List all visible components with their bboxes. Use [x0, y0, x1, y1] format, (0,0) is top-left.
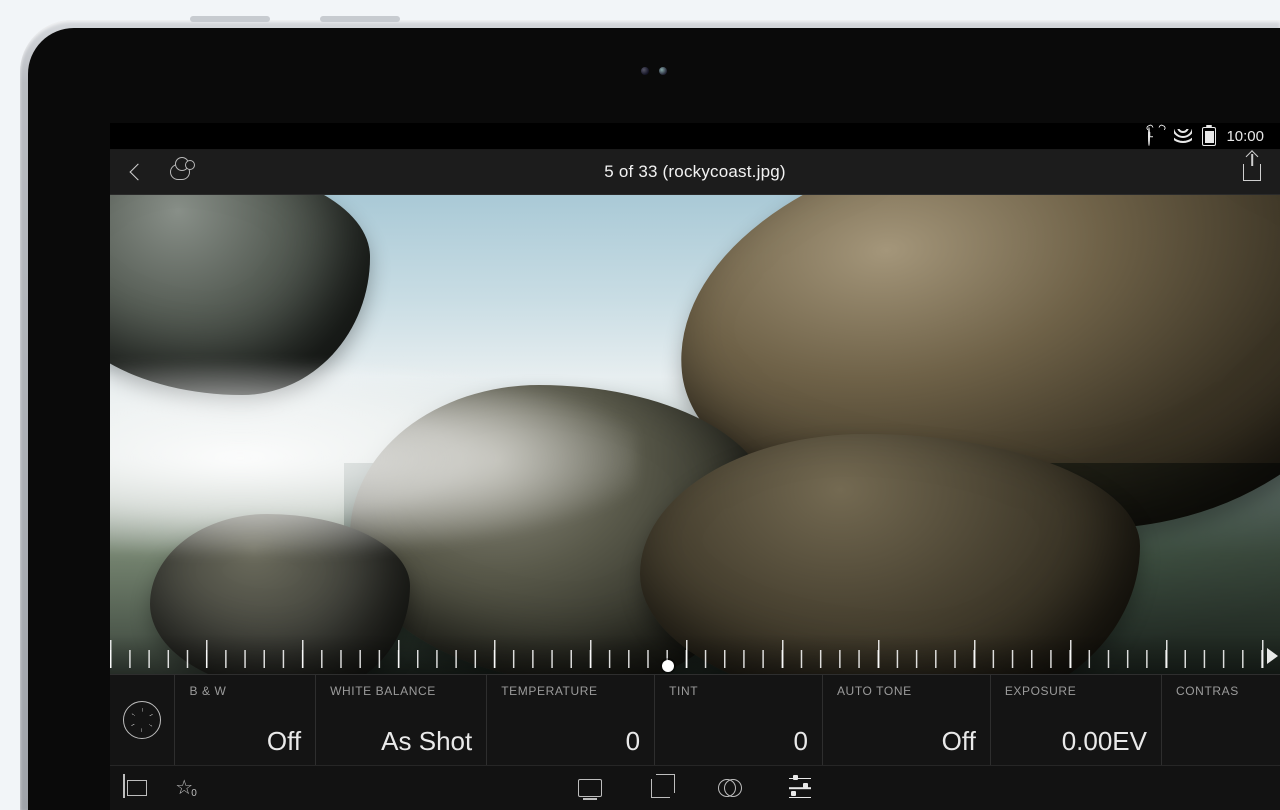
clock: 10:00	[1226, 128, 1264, 145]
crop-icon	[651, 779, 670, 798]
ruler-arrow-right-icon[interactable]	[1267, 648, 1278, 664]
photo-canvas[interactable]	[110, 195, 1280, 674]
adjust-label: WHITE BALANCE	[330, 684, 472, 698]
front-camera	[594, 66, 714, 76]
chevron-left-icon	[130, 164, 147, 181]
photo-title: 5 of 33 (rockycoast.jpg)	[110, 162, 1280, 182]
alarm-icon	[1148, 128, 1164, 144]
flag-button[interactable]	[124, 775, 150, 801]
cloud-sync-button[interactable]	[170, 162, 190, 182]
adjust-label: CONTRAS	[1176, 684, 1266, 698]
adjustments-strip: B & W Off WHITE BALANCE As Shot TEMPERAT…	[110, 674, 1280, 766]
adjust-temperature[interactable]: TEMPERATURE 0	[487, 675, 655, 765]
adjust-exposure[interactable]: EXPOSURE 0.00EV	[991, 675, 1162, 765]
adjust-label: AUTO TONE	[837, 684, 976, 698]
adjust-value: Off	[837, 726, 976, 757]
cloud-icon	[170, 164, 190, 180]
adjust-value: 0.00EV	[1005, 726, 1147, 757]
adjust-tint[interactable]: TINT 0	[655, 675, 823, 765]
adjust-auto-tone[interactable]: AUTO TONE Off	[823, 675, 991, 765]
share-button[interactable]	[1242, 162, 1262, 182]
ruler-ticks	[110, 640, 1266, 668]
bottom-toolbar: ☆0	[110, 766, 1280, 810]
tablet-bezel: 10:00 5 of 33 (rockycoast.jpg)	[28, 28, 1280, 810]
adjust-label: B & W	[189, 684, 301, 698]
adjust-white-balance[interactable]: WHITE BALANCE As Shot	[316, 675, 487, 765]
view-mode-button[interactable]	[577, 775, 603, 801]
adjust-value: 0	[501, 726, 640, 757]
adjust-label: EXPOSURE	[1005, 684, 1147, 698]
app-header: 5 of 33 (rockycoast.jpg)	[110, 150, 1280, 195]
adjust-label: TINT	[669, 684, 808, 698]
back-button[interactable]	[128, 162, 148, 182]
rating-button[interactable]: ☆0	[174, 775, 200, 801]
crop-button[interactable]	[647, 775, 673, 801]
adjust-value: Off	[189, 726, 301, 757]
flag-icon	[127, 780, 147, 796]
wifi-icon	[1174, 129, 1192, 143]
adjustment-ruler[interactable]	[110, 634, 1280, 674]
lens-preset-button[interactable]	[110, 675, 175, 765]
adjust-contrast[interactable]: CONTRAS	[1162, 675, 1280, 765]
battery-icon	[1202, 127, 1216, 146]
adjust-value: As Shot	[330, 726, 472, 757]
tablet-frame: 10:00 5 of 33 (rockycoast.jpg)	[20, 20, 1280, 810]
status-bar: 10:00	[110, 123, 1280, 150]
adjust-value: 0	[669, 726, 808, 757]
share-icon	[1243, 164, 1261, 181]
rating-count: 0	[191, 788, 197, 799]
adjust-panel-button[interactable]	[787, 775, 813, 801]
app-screen: 10:00 5 of 33 (rockycoast.jpg)	[110, 123, 1280, 810]
monitor-icon	[578, 779, 602, 797]
sliders-icon	[789, 778, 811, 798]
adjust-bw[interactable]: B & W Off	[175, 675, 316, 765]
aperture-icon	[123, 701, 161, 739]
ruler-handle[interactable]	[662, 660, 674, 672]
presets-button[interactable]	[717, 775, 743, 801]
adjust-label: TEMPERATURE	[501, 684, 640, 698]
venn-icon	[718, 779, 742, 797]
